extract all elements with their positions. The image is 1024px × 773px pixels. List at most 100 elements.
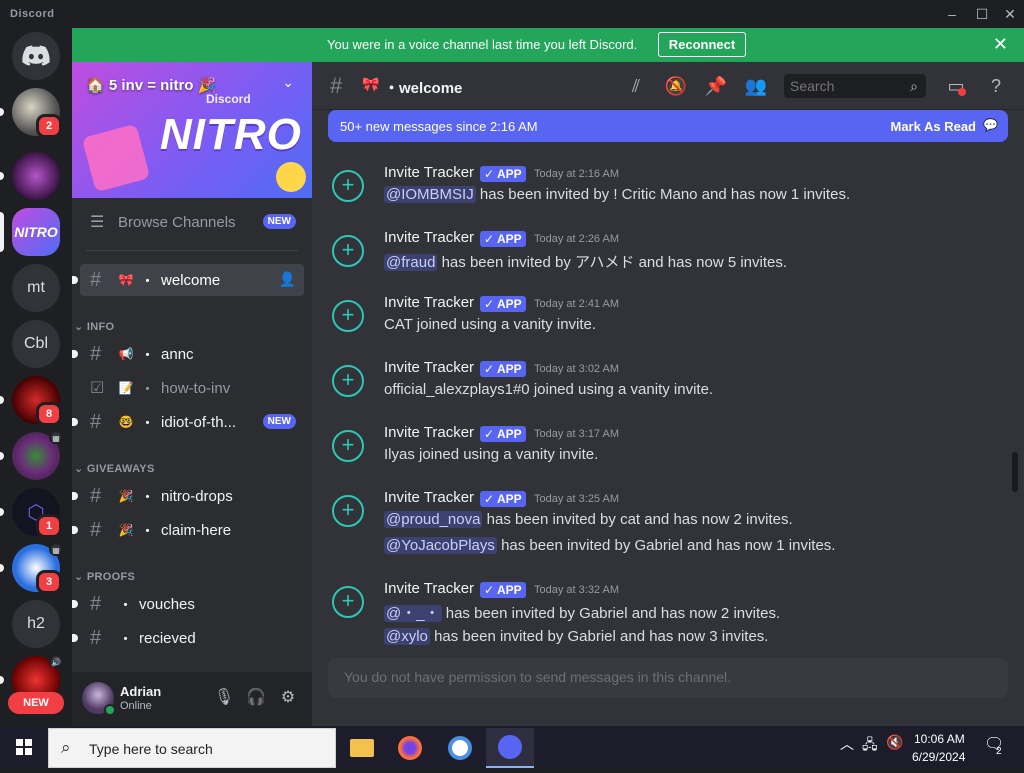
chromium-icon[interactable] <box>436 728 484 768</box>
user-mention[interactable]: @fraud <box>384 254 438 271</box>
invite-tracker-avatar-icon[interactable]: + <box>332 170 364 202</box>
channel-claim-here[interactable]: # 🎉 ・ claim-here <box>72 514 304 546</box>
clock-time[interactable]: 10:06 AM <box>914 732 965 746</box>
user-status: Online <box>120 700 152 712</box>
server-icon-cbl[interactable]: Cbl <box>12 320 60 368</box>
headphones-icon[interactable]: 🎧 <box>244 686 268 710</box>
firefox-icon[interactable] <box>386 728 434 768</box>
home-button[interactable] <box>12 32 60 80</box>
volume-muted-icon[interactable]: 🔇 <box>886 734 903 751</box>
server-icon[interactable]: 8 <box>0 376 62 426</box>
author-name[interactable]: Invite Tracker <box>384 164 474 181</box>
author-name[interactable]: Invite Tracker <box>384 229 474 246</box>
invite-tracker-avatar-icon[interactable]: + <box>332 365 364 397</box>
server-icon[interactable]: ⬡ 1 <box>0 488 62 538</box>
server-icon-mt[interactable]: mt <box>12 264 60 312</box>
hash-icon: # <box>90 626 102 649</box>
message-line: @xylo has been invited by Gabriel and ha… <box>384 628 769 645</box>
timestamp: Today at 3:02 AM <box>534 363 619 375</box>
invite-tracker-avatar-icon[interactable]: + <box>332 495 364 527</box>
channel-vouches[interactable]: # ・ vouches <box>72 588 304 620</box>
invite-tracker-avatar-icon[interactable]: + <box>332 300 364 332</box>
channel-idiot-of-the[interactable]: # 🤓 ・ idiot-of-th... NEW <box>72 406 304 438</box>
new-unreads-badge[interactable]: NEW <box>8 692 64 714</box>
microphone-icon[interactable]: 🎙 <box>212 686 236 710</box>
notification-muted-icon[interactable]: 🔕 <box>664 74 688 98</box>
server-icon[interactable]: ▦ 3 <box>0 542 63 594</box>
channel-nitro-drops[interactable]: # 🎉 ・ nitro-drops <box>72 480 304 512</box>
pin-icon[interactable]: 📌 <box>704 74 728 98</box>
mark-as-read-button[interactable]: Mark As Read <box>891 119 977 134</box>
help-icon[interactable]: ? <box>984 74 1008 98</box>
rules-channel-icon: ☑ <box>90 380 105 397</box>
taskbar-search-input[interactable]: ⌕ Type here to search <box>48 728 336 768</box>
discord-taskbar-icon[interactable] <box>486 728 534 768</box>
windows-start-icon[interactable] <box>0 726 48 768</box>
hash-icon: # <box>90 592 102 615</box>
unread-pill <box>72 600 78 608</box>
channel-title: welcome <box>399 80 463 97</box>
unread-pill <box>72 634 78 642</box>
unread-pill <box>0 452 4 460</box>
clock-date[interactable]: 6/29/2024 <box>912 750 965 764</box>
user-mention[interactable]: @YoJacobPlays <box>384 537 497 554</box>
memo-emoji-icon: 📝 <box>118 381 134 395</box>
server-icon-nitro-active[interactable]: NITRO <box>0 208 60 256</box>
close-window-icon[interactable]: ✕ <box>998 3 1022 25</box>
reconnect-button[interactable]: Reconnect <box>658 32 746 57</box>
user-mention[interactable]: @xylo <box>384 628 430 645</box>
author-name[interactable]: Invite Tracker <box>384 489 474 506</box>
add-member-icon[interactable]: 👤 <box>279 271 296 288</box>
nerd-emoji-icon: 🤓 <box>118 415 134 429</box>
unread-pill <box>0 172 4 180</box>
author-name[interactable]: Invite Tracker <box>384 359 474 376</box>
divider <box>86 250 298 251</box>
search-icon[interactable]: ⌕ <box>902 74 926 98</box>
invite-tracker-avatar-icon[interactable]: + <box>332 586 364 618</box>
author-name[interactable]: Invite Tracker <box>384 580 474 597</box>
member-list-icon[interactable]: 👥 <box>744 74 768 98</box>
file-explorer-icon[interactable] <box>338 728 386 768</box>
channel-how-to-inv[interactable]: ☑ 📝 ・ how-to-inv <box>80 372 304 404</box>
channel-welcome[interactable]: # 🎀 ・ welcome 👤 <box>72 264 304 296</box>
channel-annc[interactable]: # 📢 ・ annc <box>72 338 304 370</box>
server-icon[interactable] <box>0 152 60 200</box>
user-mention[interactable]: @・_・ <box>384 605 442 622</box>
notification-count: 2 <box>996 746 1002 757</box>
network-icon[interactable]: 🖧 <box>862 734 878 758</box>
nitro-banner-text: NITRO <box>160 110 302 159</box>
server-icon[interactable]: ▦ <box>0 430 63 480</box>
user-mention[interactable]: @proud_nova <box>384 511 483 528</box>
scrollbar[interactable] <box>1012 452 1018 492</box>
chevron-down-icon[interactable]: ⌄ <box>282 74 294 91</box>
close-banner-icon[interactable]: ✕ <box>993 34 1008 55</box>
app-badge: ✓ APP <box>480 491 526 507</box>
discord-logo-icon <box>12 32 60 80</box>
search-icon: ⌕ <box>61 738 71 757</box>
chevron-up-icon[interactable]: ︿ <box>840 734 854 754</box>
author-name[interactable]: Invite Tracker <box>384 424 474 441</box>
category-giveaways[interactable]: ⌄ GIVEAWAYS <box>74 462 155 475</box>
minimize-icon[interactable]: – <box>940 3 964 25</box>
app-badge: ✓ APP <box>480 582 526 598</box>
taskbar-search-placeholder: Type here to search <box>89 741 213 757</box>
mention-badge: 8 <box>36 402 62 426</box>
new-messages-bar[interactable]: 50+ new messages since 2:16 AM Mark As R… <box>328 110 1008 142</box>
author-name[interactable]: Invite Tracker <box>384 294 474 311</box>
category-info[interactable]: ⌄ INFO <box>74 320 114 333</box>
server-header[interactable]: 🏠 5 inv = nitro 🎉 ⌄ Discord NITRO <box>72 62 312 198</box>
browse-channels[interactable]: ☰ Browse Channels NEW <box>80 206 304 238</box>
channel-label: how-to-inv <box>161 379 231 397</box>
maximize-icon[interactable]: ☐ <box>970 3 994 25</box>
mention-badge: 2 <box>36 114 62 138</box>
invite-tracker-avatar-icon[interactable]: + <box>332 430 364 462</box>
server-icon[interactable]: 2 <box>0 88 62 138</box>
message-line: @fraud has been invited by アハメド and has … <box>384 254 788 271</box>
server-icon-h2[interactable]: h2 <box>12 600 60 648</box>
threads-icon[interactable]: ⫽ <box>624 74 648 98</box>
user-mention[interactable]: @IOMBMSIJ <box>384 186 476 203</box>
invite-tracker-avatar-icon[interactable]: + <box>332 235 364 267</box>
settings-gear-icon[interactable]: ⚙ <box>276 686 300 710</box>
category-proofs[interactable]: ⌄ PROOFS <box>74 570 135 583</box>
channel-recieved[interactable]: # ・ recieved <box>72 622 304 654</box>
